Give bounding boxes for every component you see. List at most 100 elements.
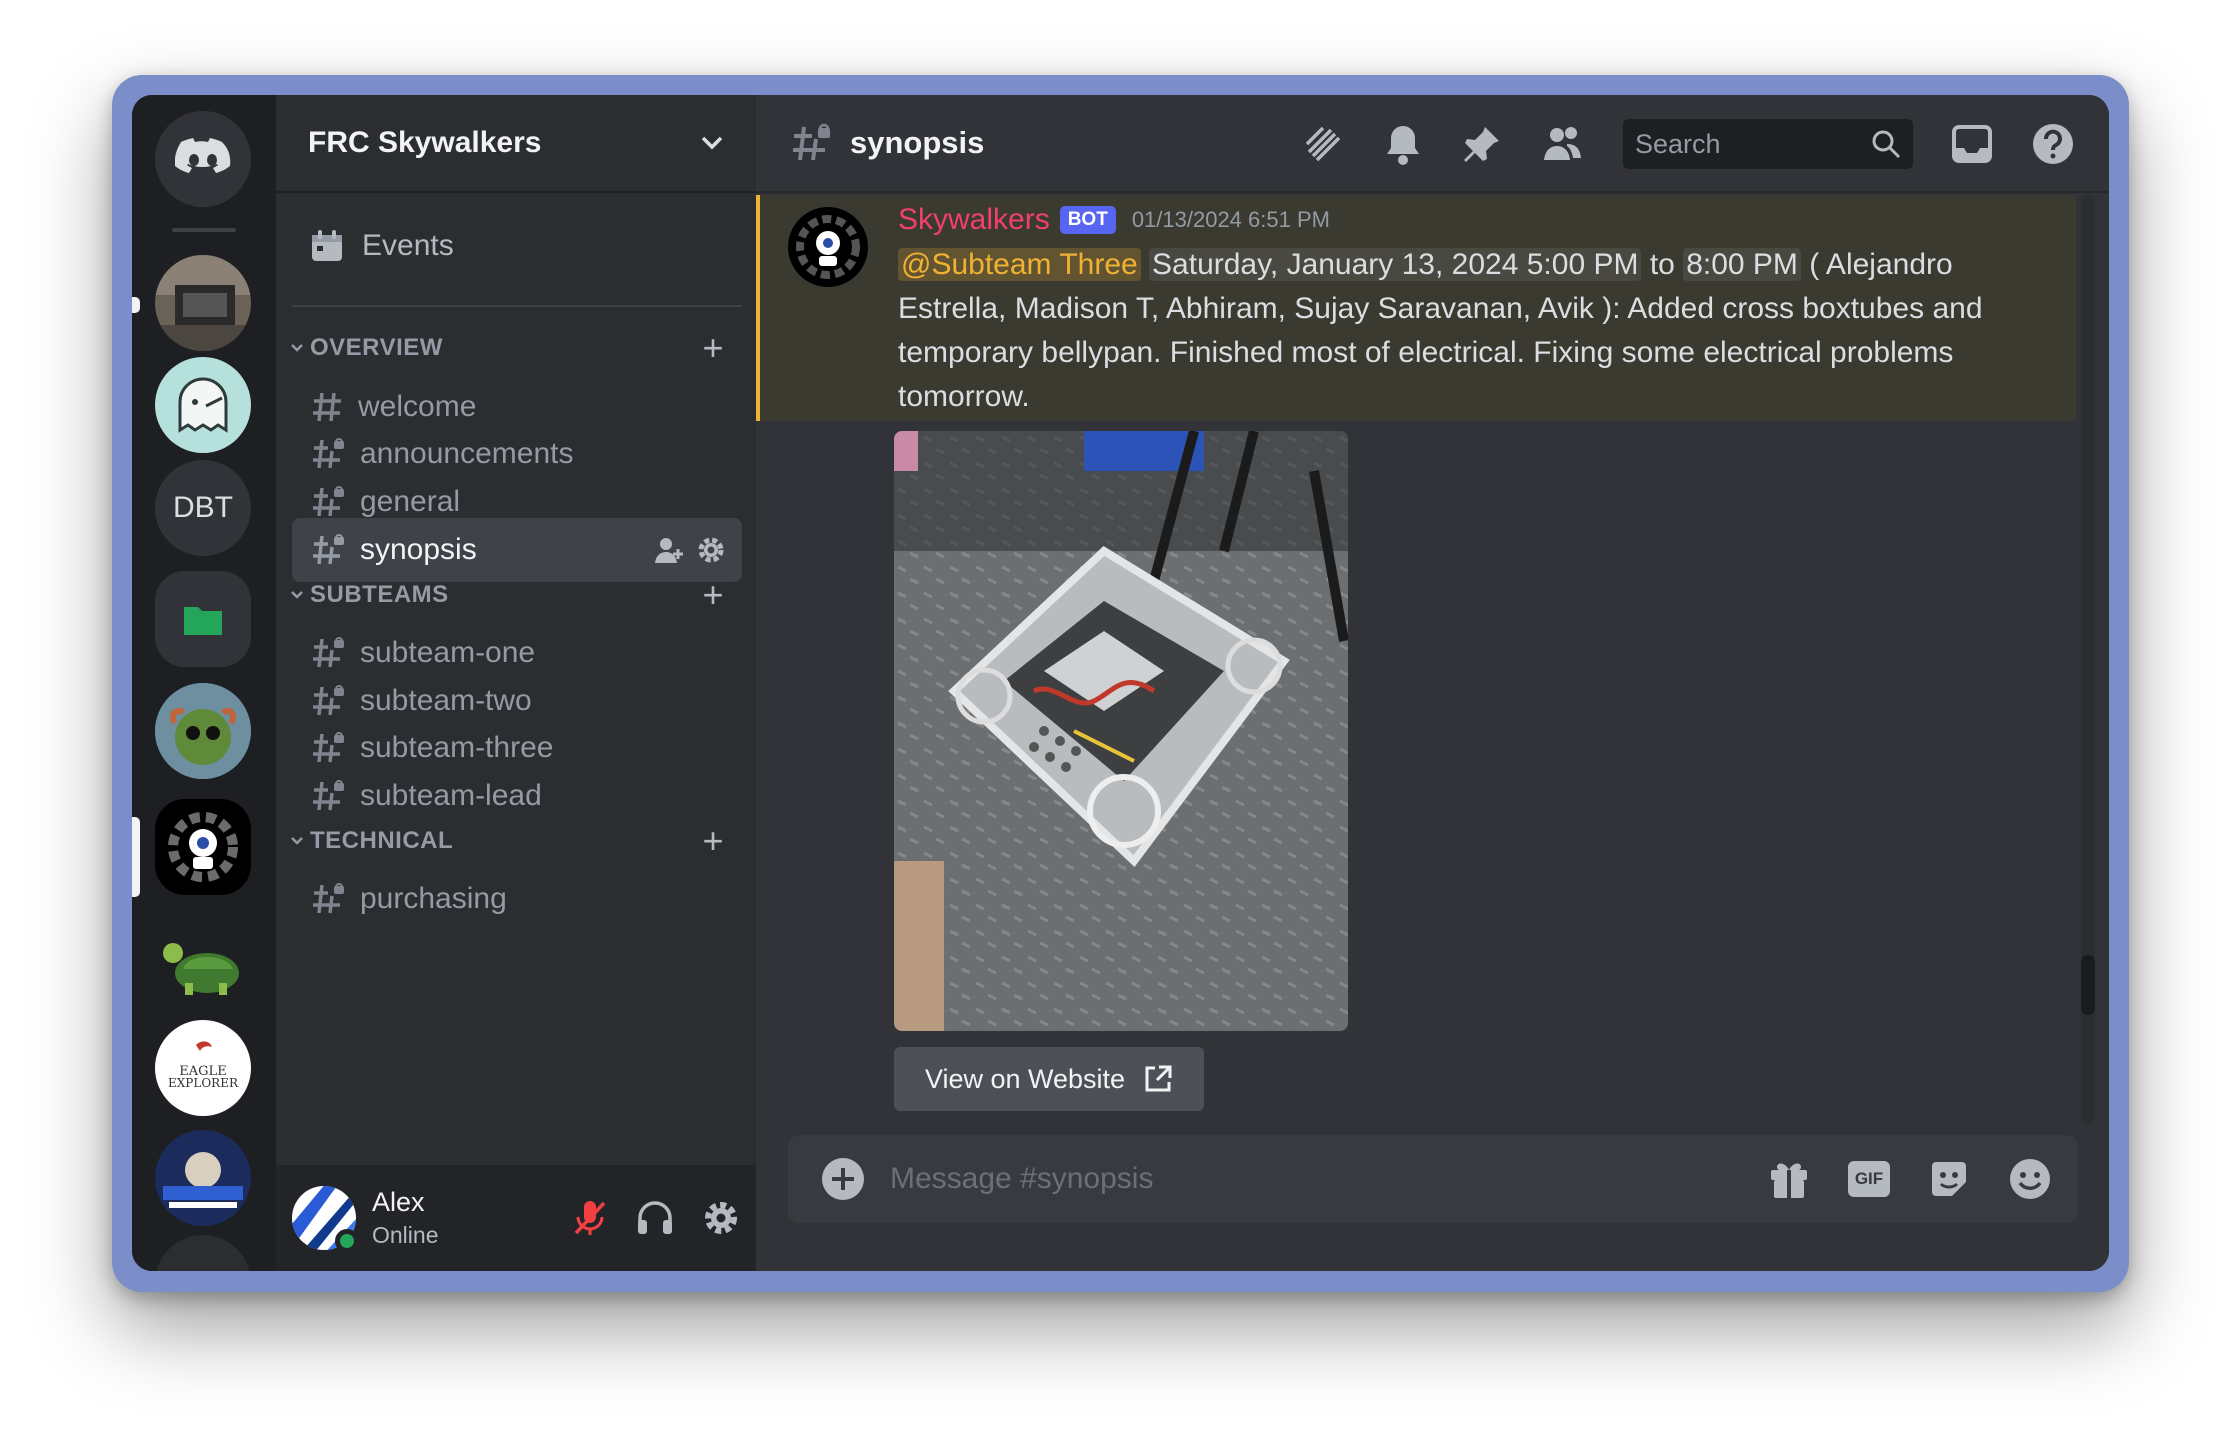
server-icon-3[interactable] <box>155 683 251 779</box>
eagle-explorer-logo-icon: EAGLE EXPLORER <box>168 1041 239 1090</box>
gif-label: GIF <box>1854 1169 1884 1188</box>
muted-microphone-icon[interactable] <box>572 1199 608 1237</box>
pin-icon[interactable] <box>1461 123 1503 165</box>
search-placeholder: Search <box>1635 128 1721 159</box>
scrollbar-thumb[interactable] <box>2081 955 2095 1015</box>
locked-hashtag-icon <box>313 438 344 469</box>
sticker-icon[interactable] <box>1928 1158 1970 1200</box>
bell-icon[interactable] <box>1383 122 1423 166</box>
create-channel-button[interactable]: + <box>702 575 724 615</box>
server-rail: DBT EAGLE EXPLORER <box>132 95 276 1271</box>
timestamp-start: Saturday, January 13, 2024 5:00 PM <box>1149 248 1642 281</box>
chevron-down-icon <box>284 590 310 600</box>
rail-separator <box>172 228 236 232</box>
category-subteams[interactable]: SUBTEAMS + <box>284 575 742 615</box>
image-attachment[interactable] <box>894 431 1348 1031</box>
chevron-down-icon <box>284 836 310 846</box>
ghost-icon <box>178 377 228 433</box>
timestamp-end: 8:00 PM <box>1683 248 1801 281</box>
role-mention[interactable]: @Subteam Three <box>898 248 1141 281</box>
outreach-logo-icon <box>155 1130 251 1226</box>
discord-app: DBT EAGLE EXPLORER FRC Skywalkers Events… <box>132 95 2109 1271</box>
search-input[interactable]: Search <box>1623 119 1913 169</box>
member-list-icon[interactable] <box>1541 124 1585 164</box>
gear-robot-logo-icon <box>796 215 860 279</box>
search-icon <box>1872 130 1901 159</box>
highlighted-message[interactable]: Skywalkers BOT 01/13/2024 6:51 PM @Subte… <box>756 195 2076 421</box>
category-label: OVERVIEW <box>310 334 443 361</box>
channel-sidebar: FRC Skywalkers Events OVERVIEW + welcome… <box>276 95 756 1271</box>
bot-badge: BOT <box>1059 206 1116 234</box>
server-icon-eagle-explorer[interactable]: EAGLE EXPLORER <box>155 1020 251 1116</box>
events-item[interactable]: Events <box>292 209 742 283</box>
view-on-website-button[interactable]: View on Website <box>894 1047 1204 1111</box>
svg-text:EXPLORER: EXPLORER <box>168 1076 239 1090</box>
scrollbar[interactable] <box>2081 195 2095 1125</box>
gear-robot-logo-icon <box>168 812 238 882</box>
robot-chassis-photo <box>894 431 1348 1031</box>
discord-logo-icon <box>175 138 231 173</box>
view-on-website-label: View on Website <box>924 1063 1126 1094</box>
calendar-icon <box>312 230 342 261</box>
gear-icon[interactable] <box>696 535 726 565</box>
server-image-sticker <box>155 683 251 779</box>
headphones-icon[interactable] <box>636 1200 674 1236</box>
server-icon-turtle[interactable] <box>155 915 251 1011</box>
locked-hashtag-icon <box>313 732 344 763</box>
user-info[interactable]: Alex Online <box>372 1187 438 1249</box>
gif-button[interactable]: GIF <box>1848 1161 1890 1197</box>
folder-icon <box>184 607 222 635</box>
category-overview[interactable]: OVERVIEW + <box>284 328 742 368</box>
category-technical[interactable]: TECHNICAL + <box>284 821 742 861</box>
online-status-indicator <box>335 1229 359 1253</box>
threads-icon[interactable] <box>1301 122 1345 166</box>
category-label: SUBTEAMS <box>310 581 449 608</box>
user-status: Online <box>372 1222 439 1248</box>
server-image-robot-shop <box>155 255 251 351</box>
server-icon-2[interactable] <box>155 357 251 453</box>
channel-subteam-lead[interactable]: subteam-lead <box>292 764 742 828</box>
channel-label: subteam-lead <box>360 779 542 812</box>
locked-hashtag-icon <box>313 637 344 668</box>
category-label: TECHNICAL <box>310 827 454 854</box>
create-channel-button[interactable]: + <box>702 328 724 368</box>
server-icon-dbt[interactable]: DBT <box>155 460 251 556</box>
guild-header[interactable]: FRC Skywalkers <box>276 95 756 193</box>
channel-label: announcements <box>360 437 574 470</box>
message-composer[interactable]: Message #synopsis GIF <box>788 1135 2078 1223</box>
message-connector: to <box>1649 248 1675 281</box>
channel-purchasing[interactable]: purchasing <box>292 867 742 931</box>
gift-icon[interactable] <box>1768 1158 1810 1200</box>
server-icon-skywalkers[interactable] <box>155 799 251 895</box>
message-author[interactable]: Skywalkers <box>898 203 1050 237</box>
server-folder[interactable] <box>155 571 251 667</box>
server-icon-1[interactable] <box>155 255 251 351</box>
message-input[interactable]: Message #synopsis <box>890 1162 1153 1196</box>
locked-hashtag-icon <box>313 780 344 811</box>
invite-member-icon[interactable] <box>654 535 684 565</box>
chevron-down-icon <box>284 343 310 353</box>
server-icon-outreach[interactable] <box>155 1130 251 1226</box>
divider <box>292 305 742 307</box>
avatar[interactable] <box>292 1186 359 1253</box>
home-button[interactable] <box>155 111 251 207</box>
channel-label: synopsis <box>360 533 477 566</box>
user-settings-gear-icon[interactable] <box>702 1199 740 1237</box>
user-panel: Alex Online <box>276 1165 756 1271</box>
channel-label: subteam-one <box>360 636 536 669</box>
inbox-icon[interactable] <box>1951 124 1993 164</box>
add-attachment-icon[interactable] <box>820 1156 866 1202</box>
server-icon-9[interactable] <box>155 1235 251 1271</box>
create-channel-button[interactable]: + <box>702 821 724 861</box>
bot-avatar[interactable] <box>788 207 868 287</box>
locked-hashtag-icon <box>313 883 344 914</box>
message-content: @Subteam Three Saturday, January 13, 202… <box>898 243 2058 419</box>
events-label: Events <box>362 229 454 262</box>
help-icon[interactable] <box>2031 122 2075 166</box>
locked-hashtag-icon <box>313 685 344 716</box>
hashtag-icon <box>313 392 341 422</box>
chevron-down-icon <box>701 136 723 150</box>
emoji-icon[interactable] <box>2008 1157 2052 1201</box>
locked-hashtag-icon <box>793 123 830 161</box>
channel-synopsis[interactable]: synopsis <box>292 518 742 582</box>
